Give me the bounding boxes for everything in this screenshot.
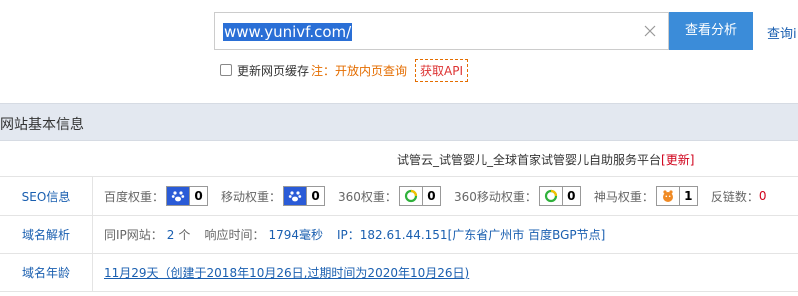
- divider: [92, 216, 93, 253]
- mobile-badge[interactable]: 0: [283, 186, 326, 206]
- metric-label: 百度权重：: [104, 189, 165, 204]
- update-link[interactable]: [更新]: [661, 153, 694, 167]
- query-link[interactable]: 查询i: [767, 23, 797, 42]
- metric-label: 神马权重：: [593, 189, 654, 204]
- dns-info: 同IP网站： 2 个 响应时间： 1794毫秒 IP：182.61.44.151…: [104, 216, 605, 253]
- metric-backlinks: 反链数： 0: [711, 188, 767, 205]
- metric-360: 360权重： 0: [338, 186, 441, 206]
- domain-age-info: 11月29天（创建于2018年10月26日,过期时间为2020年10月26日): [104, 254, 469, 291]
- shenma-badge[interactable]: 1: [655, 186, 698, 206]
- divider: [92, 254, 93, 291]
- domain-age-link[interactable]: 11月29天（创建于2018年10月26日,过期时间为2020年10月26日): [104, 264, 469, 281]
- same-ip-unit: 个: [178, 228, 191, 242]
- 360-icon: [399, 187, 422, 205]
- domain-age-label[interactable]: 域名年龄: [0, 254, 92, 291]
- 360-mobile-badge[interactable]: 0: [538, 186, 581, 206]
- 360-weight-value: 0: [421, 187, 440, 205]
- metric-baidu: 百度权重： 0: [104, 186, 209, 206]
- metric-360-mobile: 360移动权重： 0: [454, 186, 581, 206]
- update-cache-checkbox[interactable]: [220, 64, 232, 76]
- get-api-button[interactable]: 获取API: [415, 58, 469, 82]
- update-cache-label[interactable]: 更新网页缓存: [237, 62, 309, 79]
- baidu-weight-value: 0: [189, 187, 208, 205]
- inner-page-note: 注：开放内页查询: [311, 63, 408, 78]
- dns-label[interactable]: 域名解析: [0, 216, 92, 253]
- 360-badge[interactable]: 0: [398, 186, 441, 206]
- paw-icon: [167, 187, 190, 205]
- section-title: 网站基本信息: [0, 117, 84, 133]
- backlinks-value[interactable]: 0: [759, 189, 767, 203]
- metric-label: 360移动权重：: [453, 189, 537, 204]
- shenma-icon: [656, 187, 679, 205]
- same-ip-label: 同IP网站：: [104, 228, 163, 242]
- divider: [92, 177, 93, 215]
- clear-icon[interactable]: [642, 23, 658, 39]
- metric-shenma: 神马权重： 1: [594, 186, 698, 206]
- response-label: 响应时间：: [204, 228, 265, 242]
- url-search-box[interactable]: www.yunivf.com/: [214, 12, 669, 50]
- backlinks-label: 反链数：: [710, 189, 759, 204]
- options-row: 更新网页缓存 注：开放内页查询 获取API: [220, 58, 469, 82]
- seo-metrics: 百度权重： 0 移动权重： 0 360权重： 0 360移动权重： 0 神马权重…: [104, 177, 780, 215]
- section-header: 网站基本信息: [0, 103, 798, 141]
- url-input-value[interactable]: www.yunivf.com/: [223, 23, 353, 41]
- url-input[interactable]: www.yunivf.com/: [223, 22, 353, 42]
- same-ip-count[interactable]: 2: [167, 228, 175, 242]
- response-time: 1794毫秒: [268, 228, 323, 242]
- dns-row: 域名解析 同IP网站： 2 个 响应时间： 1794毫秒 IP：182.61.4…: [0, 216, 798, 254]
- site-title-text: 试管云_试管婴儿_全球首家试管婴儿自助服务平台: [397, 153, 662, 167]
- shenma-weight-value: 1: [678, 187, 697, 205]
- ip-info[interactable]: IP：182.61.44.151[广东省广州市 百度BGP节点]: [337, 226, 605, 243]
- metric-mobile: 移动权重： 0: [221, 186, 326, 206]
- metric-label: 移动权重：: [221, 189, 282, 204]
- metric-label: 360权重：: [338, 189, 397, 204]
- seo-label[interactable]: SEO信息: [0, 177, 92, 215]
- paw-icon: [284, 187, 307, 205]
- 360-icon: [539, 187, 562, 205]
- site-title-row: 试管云_试管婴儿_全球首家试管婴儿自助服务平台[更新]: [0, 141, 798, 177]
- site-title: 试管云_试管婴儿_全球首家试管婴儿自助服务平台[更新]: [397, 151, 694, 168]
- domain-age-row: 域名年龄 11月29天（创建于2018年10月26日,过期时间为2020年10月…: [0, 254, 798, 292]
- view-analysis-button[interactable]: 查看分析: [669, 12, 753, 50]
- baidu-badge[interactable]: 0: [166, 186, 209, 206]
- seo-row: SEO信息 百度权重： 0 移动权重： 0 360权重： 0 360移动权重： …: [0, 177, 798, 216]
- mobile-weight-value: 0: [306, 187, 325, 205]
- 360-mobile-weight-value: 0: [561, 187, 580, 205]
